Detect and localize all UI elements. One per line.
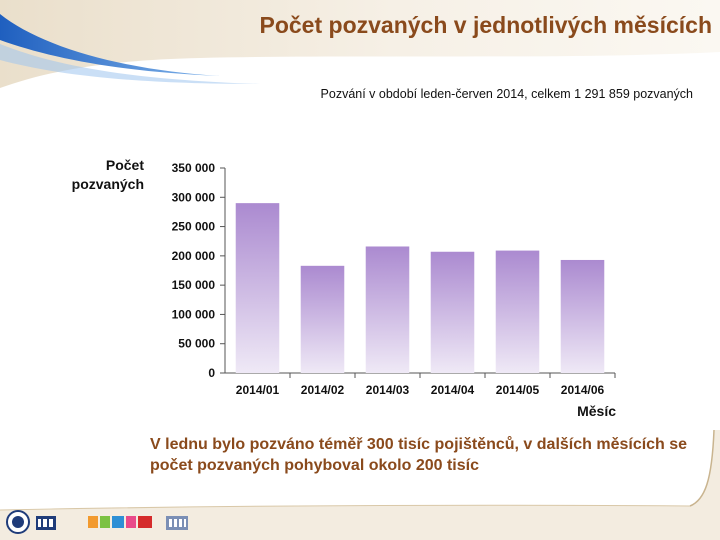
y-tick-label: 50 000	[178, 337, 215, 351]
x-tick-label: 2014/04	[431, 383, 475, 397]
y-tick-label: 150 000	[172, 278, 216, 292]
y-tick-label: 200 000	[172, 249, 216, 263]
bar-2014-06	[560, 259, 605, 373]
iba-logo	[36, 516, 56, 530]
bar-2014-03	[365, 246, 410, 373]
y-tick-label: 350 000	[172, 161, 216, 175]
bar-2014-01	[235, 203, 280, 373]
bar-2014-05	[495, 250, 540, 373]
bar-2014-04	[430, 251, 475, 373]
bar-2014-02	[300, 265, 345, 373]
summary-note: V lednu bylo pozváno téměř 300 tisíc poj…	[150, 436, 688, 474]
footer-logos	[6, 510, 188, 534]
x-tick-label: 2014/06	[561, 383, 605, 397]
y-tick-label: 0	[208, 366, 215, 380]
colorful-logo	[88, 516, 152, 528]
uzis-logo	[166, 516, 188, 530]
y-tick-label: 250 000	[172, 220, 216, 234]
y-tick-label: 300 000	[172, 190, 216, 204]
x-tick-label: 2014/03	[366, 383, 410, 397]
x-tick-label: 2014/01	[236, 383, 280, 397]
x-tick-label: 2014/05	[496, 383, 540, 397]
y-tick-label: 100 000	[172, 307, 216, 321]
x-tick-label: 2014/02	[301, 383, 345, 397]
mu-logo	[6, 510, 30, 534]
